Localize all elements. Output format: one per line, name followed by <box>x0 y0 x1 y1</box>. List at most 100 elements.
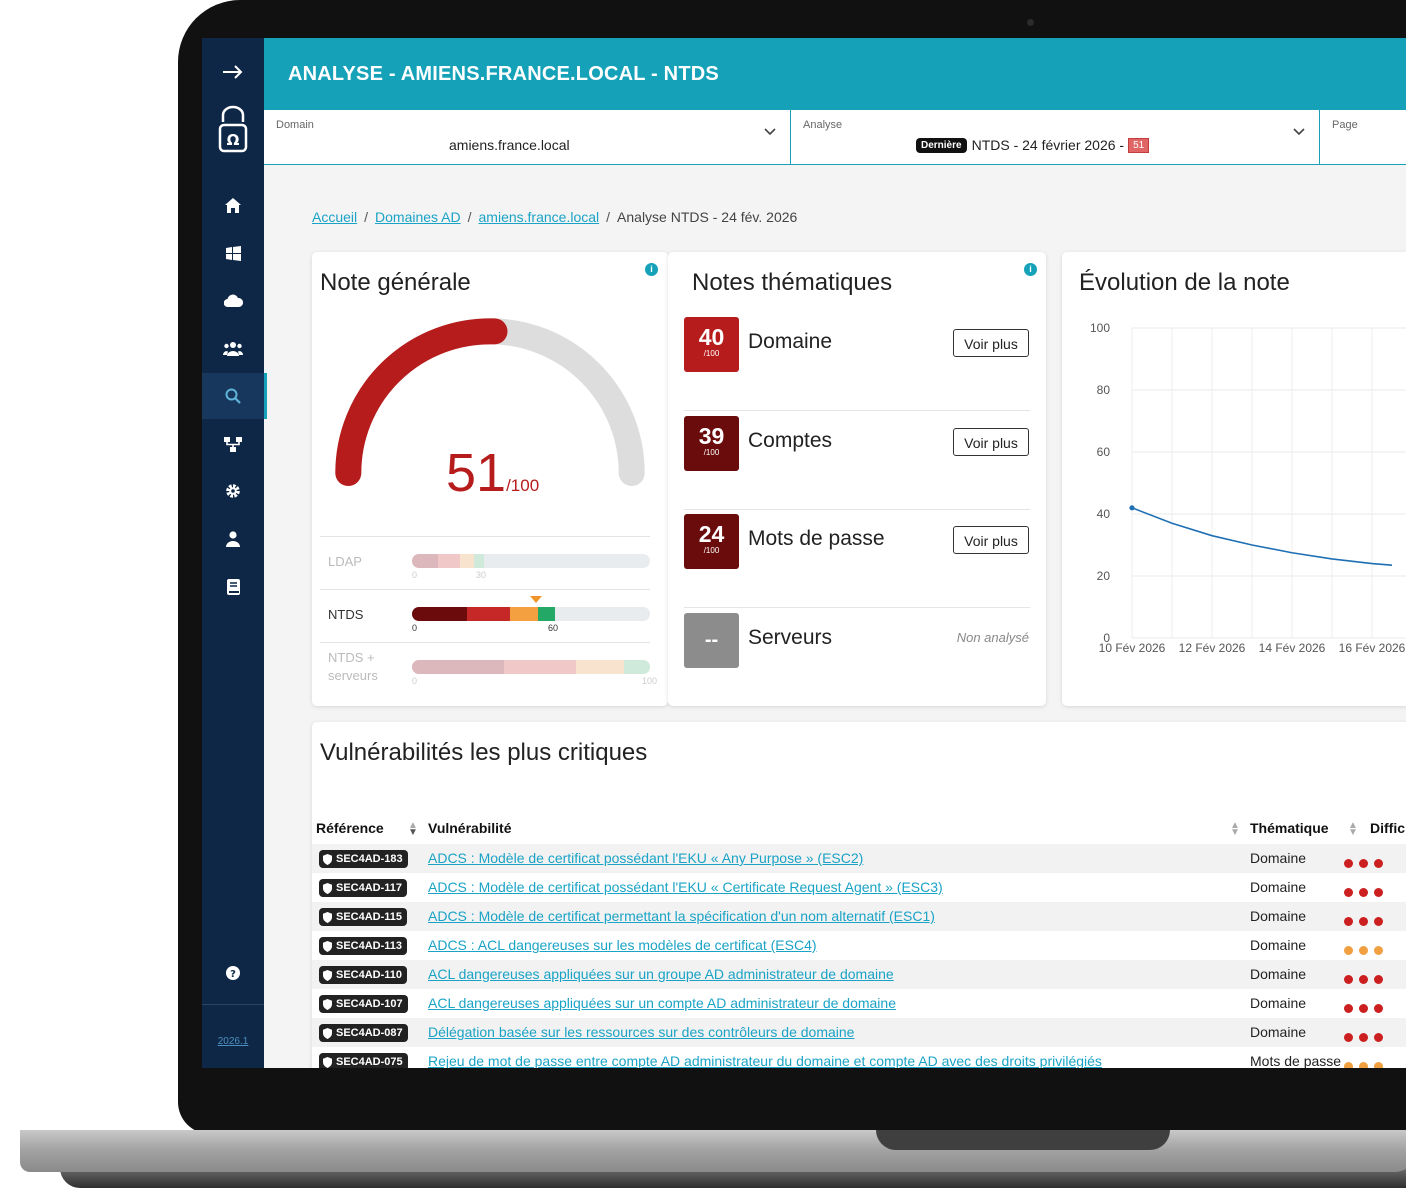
info-icon[interactable]: i <box>645 263 658 276</box>
vulnerability-link[interactable]: ACL dangereuses appliquées sur un groupe… <box>428 966 894 982</box>
shield-icon <box>323 882 332 894</box>
difficulty-indicator <box>1344 1000 1389 1018</box>
difficulty-dot <box>1344 1062 1353 1068</box>
vulnerability-link[interactable]: ACL dangereuses appliquées sur un compte… <box>428 995 896 1011</box>
svg-text:?: ? <box>230 969 236 980</box>
sidebar-item-docs[interactable] <box>202 564 264 610</box>
general-score-title: Note générale <box>320 269 471 296</box>
app-logo[interactable]: Ω <box>202 104 264 154</box>
shield-icon <box>323 940 332 952</box>
reference-badge: SEC4AD-075 <box>319 1053 408 1068</box>
ldap-score-row: LDAP 0 30 <box>320 536 650 589</box>
theme-score-max: /100 <box>703 546 720 555</box>
col-header-vulnerabilite[interactable]: Vulnérabilité <box>428 820 512 836</box>
domain-select[interactable]: Domain amiens.france.local <box>264 110 791 165</box>
breadcrumb-home[interactable]: Accueil <box>312 209 357 225</box>
col-header-thematique[interactable]: Thématique <box>1250 820 1329 836</box>
see-more-domaine-button[interactable]: Voir plus <box>953 329 1029 357</box>
table-row: SEC4AD-110 ACL dangereuses appliquées sur… <box>312 960 1406 989</box>
ldap-bar <box>412 554 650 568</box>
search-icon <box>225 388 241 404</box>
shield-icon <box>323 911 332 923</box>
theme-cell: Domaine <box>1250 966 1307 982</box>
theme-cell: Mots de passe <box>1250 1053 1342 1068</box>
theme-score: 40 <box>698 324 725 350</box>
analyse-name: NTDS - 24 février 2026 - <box>971 137 1125 153</box>
sidebar-item-cloud[interactable] <box>202 277 264 323</box>
sort-icon[interactable]: ▲ ▼ <box>1348 821 1358 838</box>
app-version[interactable]: 2026.1 <box>202 1036 264 1047</box>
breadcrumb-current: Analyse NTDS - 24 fév. 2026 <box>617 209 798 225</box>
theme-cell: Domaine <box>1250 850 1307 866</box>
ldap-mark: 30 <box>476 570 487 580</box>
reference-text: SEC4AD-107 <box>336 998 403 1010</box>
sidebar-item-profile[interactable] <box>202 516 264 562</box>
theme-score: 39 <box>698 423 725 449</box>
analyse-select[interactable]: Analyse Dernière NTDS - 24 février 2026 … <box>791 110 1320 165</box>
reference-text: SEC4AD-075 <box>336 1056 403 1068</box>
sort-icon[interactable]: ▲ ▼ <box>1230 821 1240 838</box>
x-tick-label: 14 Fév 2026 <box>1259 641 1326 655</box>
theme-row-serveurs: -- Serveurs Non analysé <box>684 608 1030 706</box>
reference-text: SEC4AD-117 <box>336 882 403 894</box>
reference-badge: SEC4AD-087 <box>319 1024 408 1042</box>
ntds-servers-score-row: NTDS + serveurs 0 100 <box>320 642 657 695</box>
sidebar-item-help[interactable]: ? <box>202 950 264 996</box>
expand-sidebar-button[interactable] <box>202 49 264 95</box>
sidebar-item-network[interactable] <box>202 421 264 467</box>
sidebar-item-settings[interactable] <box>202 468 264 514</box>
theme-row-mots-de-passe: 24/100 Mots de passe Voir plus <box>684 509 1030 608</box>
breadcrumb-domain[interactable]: amiens.france.local <box>479 209 600 225</box>
general-score-value: 51 <box>446 443 507 503</box>
vulnerability-link[interactable]: ADCS : ACL dangereuses sur les modèles d… <box>428 937 817 953</box>
difficulty-indicator <box>1344 913 1389 931</box>
general-score: 51/100 <box>446 442 539 504</box>
page-select-label: Page <box>1332 119 1358 131</box>
vulnerability-link[interactable]: ADCS : Modèle de certificat possédant l'… <box>428 879 943 895</box>
y-tick-label: 20 <box>1097 569 1111 583</box>
theme-score-max: /100 <box>703 448 720 457</box>
camera <box>1027 19 1034 26</box>
vulnerability-link[interactable]: Rejeu de mot de passe entre compte AD ad… <box>428 1053 1102 1068</box>
sidebar-item-home[interactable] <box>202 182 264 228</box>
breadcrumb-domains[interactable]: Domaines AD <box>375 209 461 225</box>
see-more-mots-de-passe-button[interactable]: Voir plus <box>953 526 1029 554</box>
chevron-down-icon <box>764 128 776 136</box>
page-title: ANALYSE - AMIENS.FRANCE.LOCAL - NTDS <box>288 63 719 85</box>
see-more-comptes-button[interactable]: Voir plus <box>953 428 1029 456</box>
data-point <box>1129 505 1135 511</box>
difficulty-indicator <box>1344 971 1389 989</box>
thematic-scores-title: Notes thématiques <box>692 269 893 296</box>
difficulty-indicator <box>1344 884 1389 902</box>
sidebar-item-analyse[interactable] <box>202 373 267 419</box>
general-score-max: /100 <box>506 476 540 495</box>
difficulty-indicator <box>1344 942 1389 960</box>
breadcrumb: Accueil / Domaines AD / amiens.france.local /… <box>312 209 798 225</box>
book-icon <box>226 579 240 595</box>
theme-score-box: 24/100 <box>684 514 739 569</box>
page-select[interactable]: Page <box>1320 110 1406 165</box>
score-evolution-chart: 10080604020010 Fév 2026 12 Fév 2026 14 Fév… <box>1090 321 1406 655</box>
laptop-base <box>20 1130 1406 1172</box>
vulnerability-link[interactable]: ADCS : Modèle de certificat permettant l… <box>428 908 935 924</box>
chevron-down-icon <box>1293 128 1305 136</box>
theme-score: 24 <box>698 521 725 547</box>
reference-badge: SEC4AD-115 <box>319 908 408 926</box>
col-header-difficulte[interactable]: Diffic <box>1370 820 1405 836</box>
sort-icon[interactable]: ▲ ▼ <box>408 821 418 838</box>
sidebar-item-windows[interactable] <box>202 230 264 276</box>
critical-vulns-title: Vulnérabilités les plus critiques <box>320 739 648 766</box>
difficulty-dot <box>1374 1033 1383 1042</box>
col-header-reference[interactable]: Référence <box>316 820 384 836</box>
difficulty-dot <box>1359 946 1368 955</box>
difficulty-dot <box>1344 888 1353 897</box>
arrow-right-icon <box>223 65 243 79</box>
reference-badge: SEC4AD-107 <box>319 995 408 1013</box>
theme-name: Comptes <box>748 429 833 452</box>
sidebar-item-users[interactable] <box>202 325 264 371</box>
info-icon[interactable]: i <box>1024 263 1037 276</box>
difficulty-dot <box>1359 1033 1368 1042</box>
vulnerability-link[interactable]: ADCS : Modèle de certificat possédant l'… <box>428 850 863 866</box>
difficulty-dot <box>1359 859 1368 868</box>
vulnerability-link[interactable]: Délégation basée sur les ressources sur … <box>428 1024 854 1040</box>
